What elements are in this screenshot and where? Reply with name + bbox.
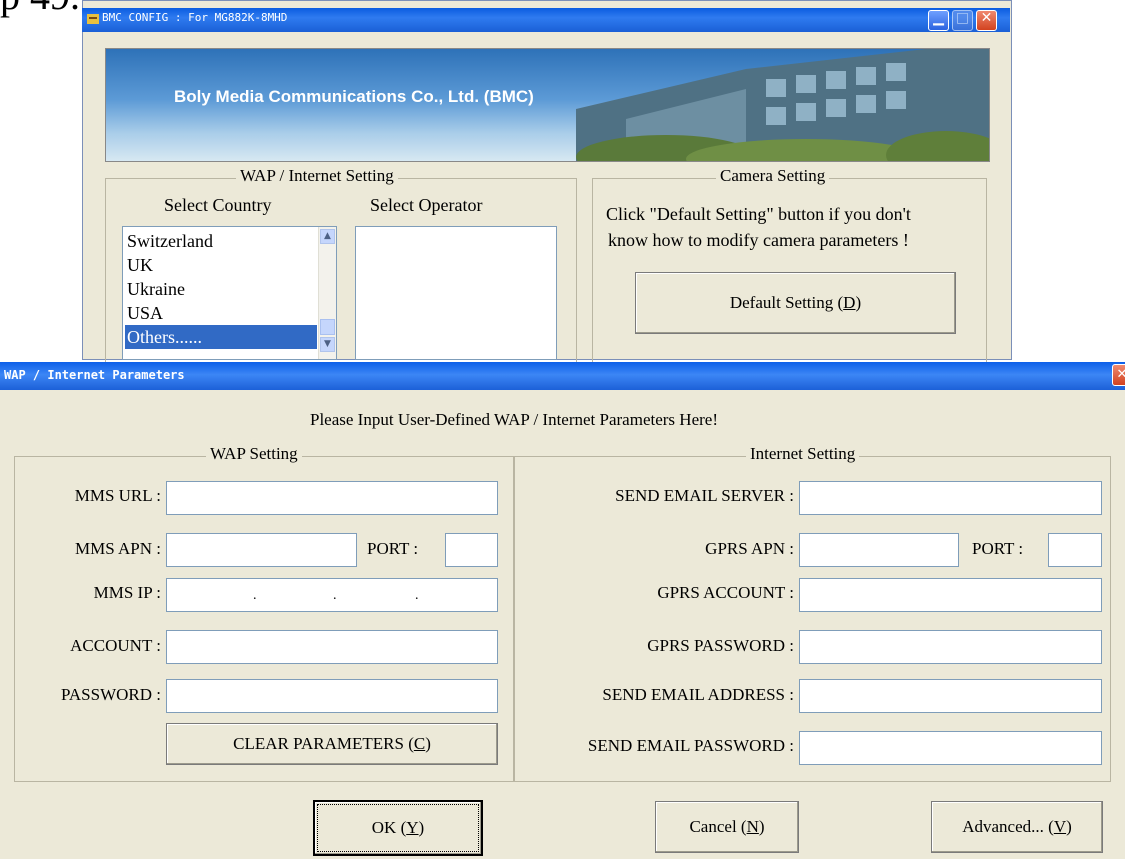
banner-company-name: Boly Media Communications Co., Ltd. (BMC… [174,87,534,106]
default-setting-button-end: ) [855,293,862,312]
page-fragment-text: p 49. [0,0,80,19]
gprs-password-input[interactable] [799,630,1102,664]
password-input[interactable] [166,679,498,713]
gprs-apn-label: GPRS APN : [705,539,794,558]
camera-hint-line1: Click "Default Setting" button if you do… [606,204,911,224]
gprs-port-input[interactable] [1048,533,1102,567]
camera-setting-title: Camera Setting [716,166,830,186]
send-email-server-input[interactable] [799,481,1102,515]
country-scrollbar[interactable]: ▲ ▼ [318,227,336,359]
send-email-password-input[interactable] [799,731,1102,765]
ok-button[interactable]: OK (Y) [313,800,483,856]
cancel-button-end: ) [758,817,765,836]
mms-url-label: MMS URL : [74,486,161,505]
mms-apn-input[interactable] [166,533,357,567]
dialog-titlebar[interactable]: WAP / Internet Parameters [0,362,1125,390]
wap-setting-title: WAP Setting [206,444,302,464]
company-banner: Boly Media Communications Co., Ltd. (BMC… [105,48,990,162]
scroll-up-button[interactable]: ▲ [320,229,335,244]
account-label: ACCOUNT : [70,636,161,655]
gprs-account-label: GPRS ACCOUNT : [657,583,794,602]
scroll-thumb[interactable] [320,319,335,335]
mms-port-label: PORT : [367,539,419,558]
ok-hotkey: Y [406,818,419,837]
gprs-apn-input[interactable] [799,533,959,567]
ok-button-text: OK ( [371,818,407,837]
maximize-button[interactable]: □ [952,10,973,31]
list-item-selected[interactable]: Others...... [125,325,317,349]
ok-button-end: ) [418,818,425,837]
account-input[interactable] [166,630,498,664]
mms-apn-label: MMS APN : [75,539,161,558]
mms-port-input[interactable] [445,533,498,567]
list-item[interactable]: Ukraine [125,277,317,301]
wap-internet-setting-title: WAP / Internet Setting [236,166,398,186]
advanced-button-text: Advanced... ( [962,817,1054,836]
operator-listbox[interactable] [355,226,557,360]
select-country-label: Select Country [164,195,272,215]
cancel-button[interactable]: Cancel (N) [655,801,799,853]
mms-url-input[interactable] [166,481,498,515]
select-operator-label: Select Operator [370,195,483,215]
minimize-button[interactable]: ▁ [928,10,949,31]
advanced-button[interactable]: Advanced... (V) [931,801,1103,853]
dialog-close-button[interactable]: ✕ [1112,364,1125,386]
gprs-password-label: GPRS PASSWORD : [647,636,794,655]
cancel-hotkey: N [746,817,759,836]
window-title: BMC CONFIG : For MG882K-8MHD [102,11,288,24]
maximize-icon: □ [955,10,970,26]
clear-parameters-button-text: CLEAR PARAMETERS ( [233,734,414,753]
ip-separator: . [253,588,257,603]
send-email-address-input[interactable] [799,679,1102,713]
cancel-button-text: Cancel ( [689,817,747,836]
send-email-server-label: SEND EMAIL SERVER : [615,486,794,505]
advanced-button-end: ) [1066,817,1072,836]
mms-ip-input[interactable]: . . . [166,578,498,612]
password-label: PASSWORD : [61,685,161,704]
send-email-address-label: SEND EMAIL ADDRESS : [602,685,794,704]
minimize-icon: ▁ [933,10,944,26]
list-item[interactable]: UK [125,253,317,277]
internet-setting-title: Internet Setting [746,444,860,464]
gprs-port-label: PORT : [972,539,1024,558]
dialog-title: WAP / Internet Parameters [4,368,185,382]
list-item[interactable]: USA [125,301,317,325]
ip-separator: . [415,588,419,603]
list-item[interactable]: Switzerland [125,229,317,253]
ip-separator: . [333,588,337,603]
close-icon: ✕ [980,10,993,26]
scroll-down-button[interactable]: ▼ [320,337,335,352]
send-email-password-label: SEND EMAIL PASSWORD : [587,736,794,755]
app-icon [87,14,99,24]
gprs-account-input[interactable] [799,578,1102,612]
advanced-hotkey: V [1053,817,1067,836]
dialog-heading: Please Input User-Defined WAP / Internet… [310,410,718,429]
camera-hint-line2: know how to modify camera parameters ! [608,230,909,250]
default-setting-button[interactable]: Default Setting (D) [635,272,956,334]
default-setting-button-text: Default Setting ( [729,293,844,312]
clear-parameters-button-end: ) [425,734,431,753]
mms-ip-label: MMS IP : [93,583,161,602]
clear-parameters-button[interactable]: CLEAR PARAMETERS (C) [166,723,498,765]
clear-parameters-hotkey: C [413,734,426,753]
close-button[interactable]: ✕ [976,10,997,31]
bmc-config-titlebar[interactable]: BMC CONFIG : For MG882K-8MHD ▁ □ ✕ [82,8,1010,32]
default-setting-hotkey: D [843,293,856,312]
close-icon: ✕ [1116,367,1125,382]
country-listbox[interactable]: Switzerland UK Ukraine USA Others...... … [122,226,337,360]
